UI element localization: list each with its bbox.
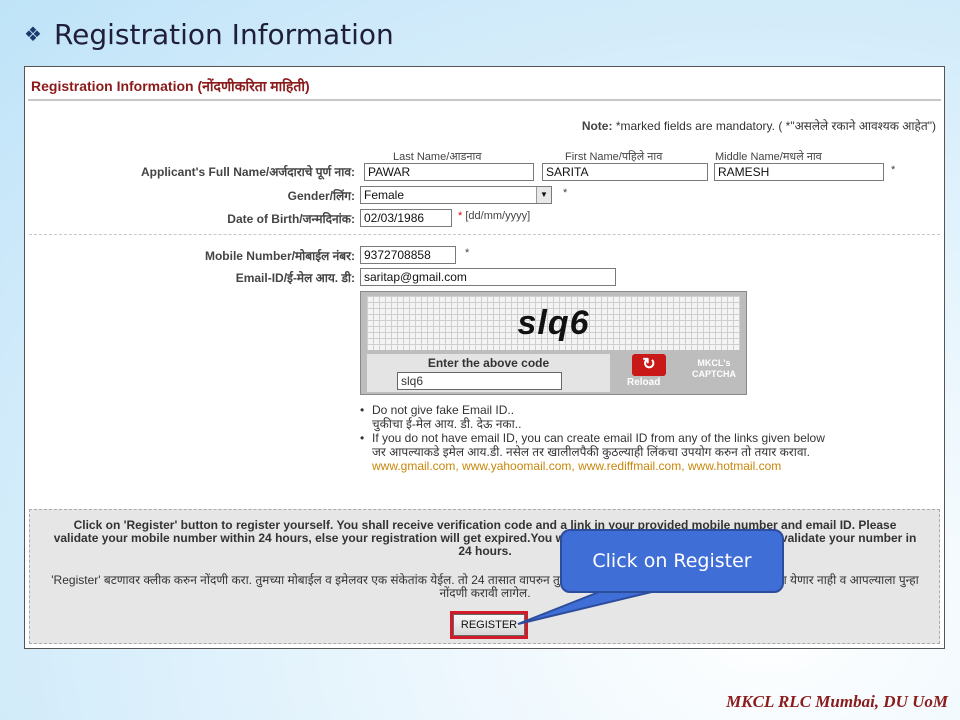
dob-label: Date of Birth/जन्मदिनांक: (227, 212, 355, 226)
email-label: Email-ID/ई-मेल आय. डी: (235, 271, 355, 285)
dob-field[interactable]: 02/03/1986 (360, 209, 452, 227)
captcha-image-text: slq6 (517, 303, 590, 342)
gmail-link[interactable]: www.gmail.com (372, 459, 455, 473)
email-tips: • Do not give fake Email ID.. चुकीचा ई-म… (360, 403, 940, 473)
name-required-mark: * (891, 164, 896, 176)
register-panel: Click on 'Register' button to register y… (29, 509, 940, 644)
section-divider (29, 234, 940, 235)
footer-credit: MKCL RLC Mumbai, DU UoM (726, 692, 948, 711)
gender-selected-value: Female (364, 188, 405, 202)
gender-label: Gender/लिंग: (287, 189, 355, 203)
tip2-english: If you do not have email ID, you can cre… (372, 431, 825, 445)
first-name-caption: First Name/पहिले नाव (565, 151, 663, 163)
heading-divider (28, 99, 941, 101)
full-name-label: Applicant's Full Name/अर्जदाराचे पूर्ण न… (141, 165, 355, 179)
mobile-field[interactable]: 9372708858 (360, 246, 456, 264)
tip2-marathi: जर आपल्याकडे इमेल आय.डी. नसेल तर खालीलपै… (372, 445, 810, 459)
gender-select[interactable]: Female ▼ (360, 186, 552, 204)
bullet-dot-icon: • (360, 431, 365, 445)
captcha-image: slq6 (367, 296, 740, 350)
dob-required-mark: * (458, 210, 463, 222)
mandatory-note: Note: *marked fields are mandatory. ( *"… (582, 117, 936, 134)
middle-name-caption: Middle Name/मधले नाव (715, 151, 822, 163)
tip-item: • If you do not have email ID, you can c… (360, 431, 940, 445)
dob-format-text: [dd/mm/yyyy] (465, 210, 531, 222)
click-register-callout: Click on Register (560, 529, 784, 593)
bullet-dot-icon: • (360, 403, 365, 417)
slide-title-text: Registration Information (53, 17, 394, 51)
captcha-entry-box: Enter the above code slq6 (367, 354, 610, 392)
mobile-label: Mobile Number/मोबाईल नंबर: (204, 249, 355, 263)
hotmail-link[interactable]: www.hotmail.com (688, 459, 781, 473)
middle-name-field[interactable]: RAMESH (714, 163, 884, 181)
form-heading: Registration Information (नोंदणीकरिता मा… (31, 78, 310, 94)
dob-format-hint: * [dd/mm/yyyy] (458, 210, 530, 222)
reload-label[interactable]: Reload (627, 377, 660, 388)
yahoomail-link[interactable]: www.yahoomail.com (462, 459, 571, 473)
last-name-field[interactable]: PAWAR (364, 163, 534, 181)
registration-form-screenshot: Registration Information (नोंदणीकरिता मा… (24, 66, 945, 649)
dropdown-arrow-icon[interactable]: ▼ (536, 187, 551, 203)
captcha-widget: slq6 Enter the above code slq6 ↻ Reload … (360, 291, 747, 395)
captcha-enter-label: Enter the above code (427, 356, 550, 370)
tip1-marathi: चुकीचा ई-मेल आय. डी. देऊ नका.. (372, 417, 522, 431)
note-label: Note: (581, 119, 613, 133)
note-text: *marked fields are mandatory. ( *"असलेले… (612, 119, 936, 133)
reload-icon[interactable]: ↻ (632, 354, 666, 376)
rediffmail-link[interactable]: www.rediffmail.com (578, 459, 681, 473)
gender-required-mark: * (563, 187, 568, 199)
first-name-field[interactable]: SARITA (542, 163, 708, 181)
register-button[interactable]: REGISTER (450, 611, 528, 639)
slide-title: ❖ Registration Information (24, 14, 394, 54)
register-instructions-english: Click on 'Register' button to register y… (53, 518, 917, 558)
captcha-input[interactable]: slq6 (397, 372, 562, 390)
last-name-caption: Last Name/आडनाव (393, 151, 482, 163)
diamond-bullet-icon: ❖ (24, 22, 42, 46)
email-provider-links: www.gmail.com, www.yahoomail.com, www.re… (372, 459, 782, 473)
email-field[interactable]: saritap@gmail.com (360, 268, 616, 286)
register-instructions-marathi: 'Register' बटणावर क्लीक करुन नोंदणी करा.… (51, 573, 919, 600)
tip1-english: Do not give fake Email ID.. (372, 403, 515, 417)
tip-item: • Do not give fake Email ID.. (360, 403, 940, 417)
mobile-required-mark: * (465, 247, 470, 259)
captcha-brand: MKCL's CAPTCHA (692, 358, 736, 379)
